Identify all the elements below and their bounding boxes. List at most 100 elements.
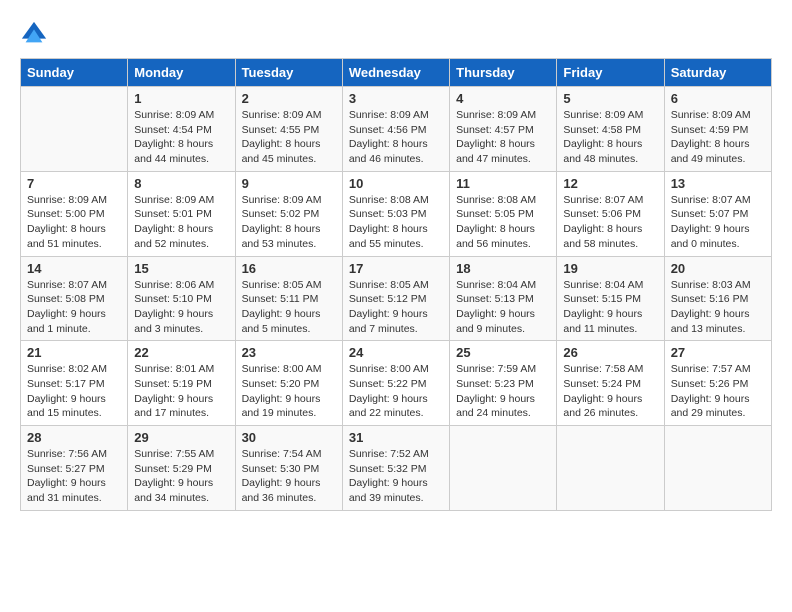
sunset-text: Sunset: 5:30 PM [242, 463, 320, 475]
day-number: 25 [456, 345, 550, 360]
sunset-text: Sunset: 5:01 PM [134, 208, 212, 220]
sunrise-text: Sunrise: 8:07 AM [671, 194, 751, 206]
day-number: 12 [563, 176, 657, 191]
day-detail: Sunrise: 7:57 AM Sunset: 5:26 PM Dayligh… [671, 362, 765, 421]
day-number: 22 [134, 345, 228, 360]
sunrise-text: Sunrise: 8:09 AM [242, 109, 322, 121]
daylight-text: Daylight: 8 hours and 45 minutes. [242, 138, 321, 165]
day-number: 30 [242, 430, 336, 445]
day-number: 15 [134, 261, 228, 276]
day-detail: Sunrise: 8:04 AM Sunset: 5:15 PM Dayligh… [563, 278, 657, 337]
sunrise-text: Sunrise: 7:59 AM [456, 363, 536, 375]
week-row-3: 14 Sunrise: 8:07 AM Sunset: 5:08 PM Dayl… [21, 256, 772, 341]
calendar-cell: 21 Sunrise: 8:02 AM Sunset: 5:17 PM Dayl… [21, 341, 128, 426]
logo-icon [20, 20, 48, 48]
logo [20, 20, 52, 48]
calendar-cell: 26 Sunrise: 7:58 AM Sunset: 5:24 PM Dayl… [557, 341, 664, 426]
sunrise-text: Sunrise: 7:55 AM [134, 448, 214, 460]
daylight-text: Daylight: 9 hours and 3 minutes. [134, 308, 213, 335]
sunset-text: Sunset: 5:24 PM [563, 378, 641, 390]
day-number: 26 [563, 345, 657, 360]
calendar-cell: 18 Sunrise: 8:04 AM Sunset: 5:13 PM Dayl… [450, 256, 557, 341]
calendar-cell: 29 Sunrise: 7:55 AM Sunset: 5:29 PM Dayl… [128, 426, 235, 511]
sunset-text: Sunset: 4:54 PM [134, 124, 212, 136]
day-detail: Sunrise: 8:05 AM Sunset: 5:12 PM Dayligh… [349, 278, 443, 337]
sunset-text: Sunset: 5:13 PM [456, 293, 534, 305]
sunrise-text: Sunrise: 8:08 AM [349, 194, 429, 206]
day-number: 6 [671, 91, 765, 106]
calendar-cell: 31 Sunrise: 7:52 AM Sunset: 5:32 PM Dayl… [342, 426, 449, 511]
sunrise-text: Sunrise: 8:07 AM [563, 194, 643, 206]
day-detail: Sunrise: 8:09 AM Sunset: 4:55 PM Dayligh… [242, 108, 336, 167]
sunrise-text: Sunrise: 8:09 AM [134, 109, 214, 121]
calendar-cell: 11 Sunrise: 8:08 AM Sunset: 5:05 PM Dayl… [450, 171, 557, 256]
header-friday: Friday [557, 59, 664, 87]
sunrise-text: Sunrise: 7:56 AM [27, 448, 107, 460]
day-number: 5 [563, 91, 657, 106]
day-number: 27 [671, 345, 765, 360]
daylight-text: Daylight: 9 hours and 5 minutes. [242, 308, 321, 335]
day-number: 13 [671, 176, 765, 191]
header-tuesday: Tuesday [235, 59, 342, 87]
day-number: 28 [27, 430, 121, 445]
daylight-text: Daylight: 9 hours and 26 minutes. [563, 393, 642, 420]
daylight-text: Daylight: 9 hours and 22 minutes. [349, 393, 428, 420]
calendar-cell: 10 Sunrise: 8:08 AM Sunset: 5:03 PM Dayl… [342, 171, 449, 256]
sunrise-text: Sunrise: 8:06 AM [134, 279, 214, 291]
sunrise-text: Sunrise: 7:57 AM [671, 363, 751, 375]
week-row-4: 21 Sunrise: 8:02 AM Sunset: 5:17 PM Dayl… [21, 341, 772, 426]
sunset-text: Sunset: 5:23 PM [456, 378, 534, 390]
calendar-cell: 12 Sunrise: 8:07 AM Sunset: 5:06 PM Dayl… [557, 171, 664, 256]
calendar-cell: 19 Sunrise: 8:04 AM Sunset: 5:15 PM Dayl… [557, 256, 664, 341]
day-number: 14 [27, 261, 121, 276]
day-detail: Sunrise: 8:09 AM Sunset: 4:54 PM Dayligh… [134, 108, 228, 167]
sunset-text: Sunset: 5:16 PM [671, 293, 749, 305]
day-number: 3 [349, 91, 443, 106]
sunrise-text: Sunrise: 8:09 AM [134, 194, 214, 206]
day-detail: Sunrise: 7:58 AM Sunset: 5:24 PM Dayligh… [563, 362, 657, 421]
daylight-text: Daylight: 8 hours and 53 minutes. [242, 223, 321, 250]
sunrise-text: Sunrise: 8:05 AM [242, 279, 322, 291]
sunset-text: Sunset: 5:32 PM [349, 463, 427, 475]
calendar-cell [557, 426, 664, 511]
calendar-cell: 30 Sunrise: 7:54 AM Sunset: 5:30 PM Dayl… [235, 426, 342, 511]
day-detail: Sunrise: 8:09 AM Sunset: 5:02 PM Dayligh… [242, 193, 336, 252]
sunset-text: Sunset: 5:15 PM [563, 293, 641, 305]
calendar-cell: 5 Sunrise: 8:09 AM Sunset: 4:58 PM Dayli… [557, 87, 664, 172]
sunset-text: Sunset: 5:22 PM [349, 378, 427, 390]
day-detail: Sunrise: 7:55 AM Sunset: 5:29 PM Dayligh… [134, 447, 228, 506]
day-number: 8 [134, 176, 228, 191]
daylight-text: Daylight: 8 hours and 52 minutes. [134, 223, 213, 250]
daylight-text: Daylight: 9 hours and 9 minutes. [456, 308, 535, 335]
day-detail: Sunrise: 8:09 AM Sunset: 5:01 PM Dayligh… [134, 193, 228, 252]
day-detail: Sunrise: 8:07 AM Sunset: 5:06 PM Dayligh… [563, 193, 657, 252]
daylight-text: Daylight: 8 hours and 58 minutes. [563, 223, 642, 250]
calendar-cell: 6 Sunrise: 8:09 AM Sunset: 4:59 PM Dayli… [664, 87, 771, 172]
day-number: 16 [242, 261, 336, 276]
sunset-text: Sunset: 5:27 PM [27, 463, 105, 475]
sunset-text: Sunset: 4:59 PM [671, 124, 749, 136]
calendar-cell: 24 Sunrise: 8:00 AM Sunset: 5:22 PM Dayl… [342, 341, 449, 426]
sunrise-text: Sunrise: 8:07 AM [27, 279, 107, 291]
sunset-text: Sunset: 4:58 PM [563, 124, 641, 136]
day-detail: Sunrise: 8:09 AM Sunset: 4:59 PM Dayligh… [671, 108, 765, 167]
calendar-table: SundayMondayTuesdayWednesdayThursdayFrid… [20, 58, 772, 511]
sunrise-text: Sunrise: 8:09 AM [27, 194, 107, 206]
day-detail: Sunrise: 8:09 AM Sunset: 4:56 PM Dayligh… [349, 108, 443, 167]
day-detail: Sunrise: 8:07 AM Sunset: 5:07 PM Dayligh… [671, 193, 765, 252]
sunset-text: Sunset: 5:10 PM [134, 293, 212, 305]
daylight-text: Daylight: 9 hours and 34 minutes. [134, 477, 213, 504]
sunset-text: Sunset: 5:19 PM [134, 378, 212, 390]
day-detail: Sunrise: 8:03 AM Sunset: 5:16 PM Dayligh… [671, 278, 765, 337]
day-number: 4 [456, 91, 550, 106]
sunrise-text: Sunrise: 7:54 AM [242, 448, 322, 460]
sunset-text: Sunset: 5:20 PM [242, 378, 320, 390]
sunset-text: Sunset: 5:00 PM [27, 208, 105, 220]
daylight-text: Daylight: 9 hours and 17 minutes. [134, 393, 213, 420]
day-detail: Sunrise: 8:09 AM Sunset: 4:57 PM Dayligh… [456, 108, 550, 167]
sunrise-text: Sunrise: 8:00 AM [242, 363, 322, 375]
day-detail: Sunrise: 7:54 AM Sunset: 5:30 PM Dayligh… [242, 447, 336, 506]
header-saturday: Saturday [664, 59, 771, 87]
sunset-text: Sunset: 4:56 PM [349, 124, 427, 136]
daylight-text: Daylight: 8 hours and 55 minutes. [349, 223, 428, 250]
